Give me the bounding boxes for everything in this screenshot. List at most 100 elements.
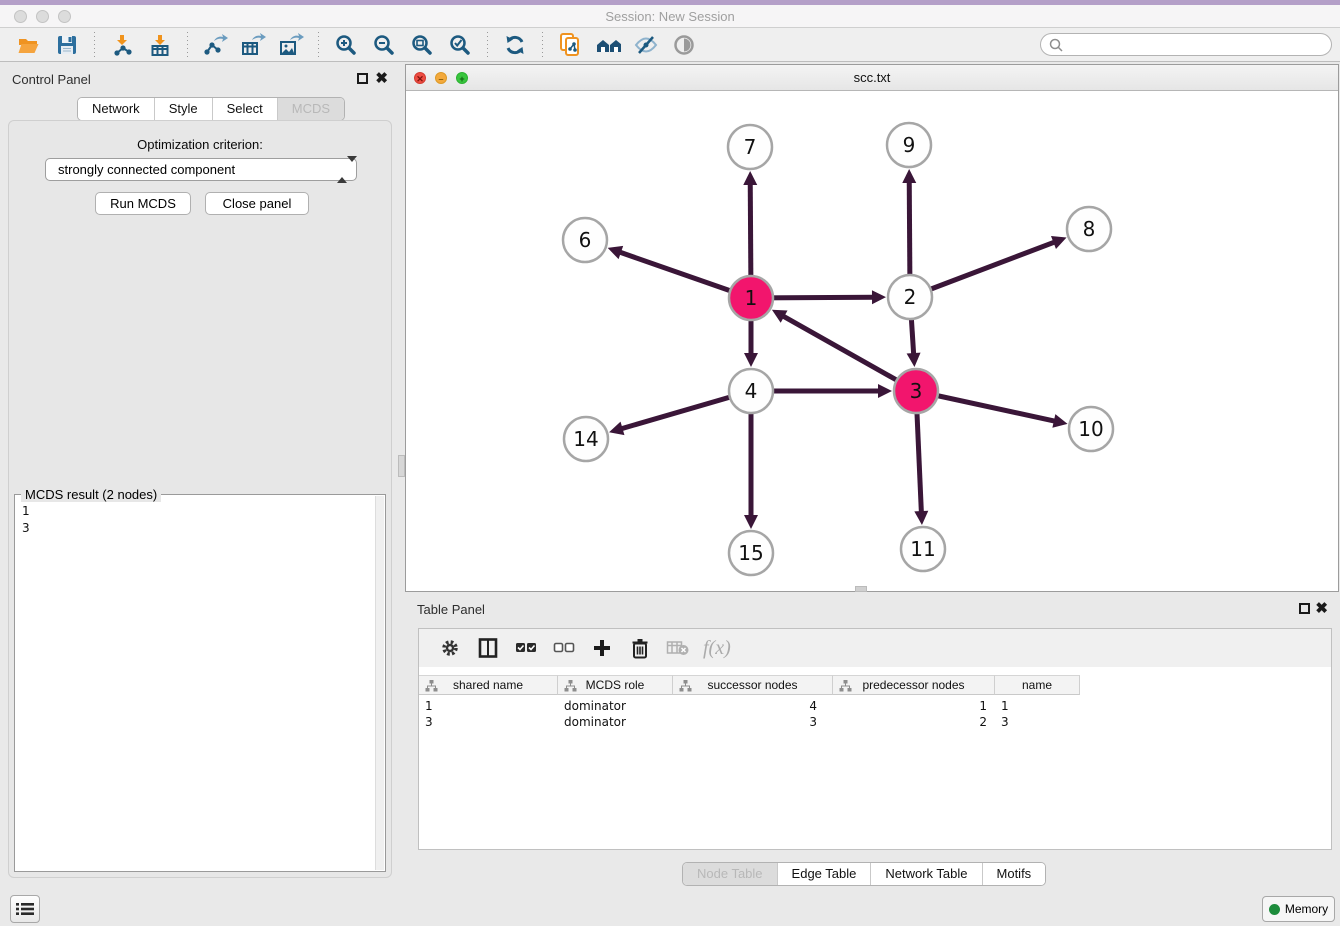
- select-all-button[interactable]: [513, 635, 539, 661]
- delete-row-button[interactable]: [627, 635, 653, 661]
- refresh-button[interactable]: [502, 32, 528, 58]
- export-table-button[interactable]: [240, 32, 266, 58]
- contrast-eye-icon: [672, 33, 696, 57]
- edge-arrowhead: [744, 515, 758, 529]
- edge-arrowhead: [608, 246, 624, 259]
- table-panel-tabs: Node Table Edge Table Network Table Moti…: [682, 862, 1046, 886]
- float-panel-icon[interactable]: [1299, 603, 1310, 614]
- zoom-selected-button[interactable]: [447, 32, 473, 58]
- table-toolbar: f(x): [419, 629, 1331, 667]
- memory-button[interactable]: Memory: [1262, 896, 1335, 922]
- zoom-fit-button[interactable]: [409, 32, 435, 58]
- node-label: 3: [910, 379, 923, 403]
- delete-table-icon: [666, 639, 690, 657]
- import-network-button[interactable]: [109, 32, 135, 58]
- column-header-predecessor-nodes[interactable]: predecessor nodes: [833, 675, 995, 695]
- column-label: shared name: [453, 678, 523, 692]
- cell-mcds-role[interactable]: dominator: [558, 715, 673, 731]
- tab-node-table[interactable]: Node Table: [683, 863, 777, 885]
- column-header-mcds-role[interactable]: MCDS role: [558, 675, 673, 695]
- tab-network-table[interactable]: Network Table: [870, 863, 981, 885]
- network-window-titlebar[interactable]: ✕ – + scc.txt: [406, 65, 1338, 91]
- column-header-shared-name[interactable]: shared name: [419, 675, 558, 695]
- save-session-button[interactable]: [54, 32, 80, 58]
- table-settings-button[interactable]: [437, 635, 463, 661]
- tab-mcds[interactable]: MCDS: [277, 98, 344, 120]
- two-houses-icon: [595, 33, 621, 57]
- zoom-out-button[interactable]: [371, 32, 397, 58]
- export-image-icon: [278, 33, 304, 57]
- hide-details-button[interactable]: [633, 32, 659, 58]
- memory-status-icon: [1269, 904, 1280, 915]
- export-image-button[interactable]: [278, 32, 304, 58]
- search-box[interactable]: [1040, 33, 1332, 56]
- import-table-button[interactable]: [147, 32, 173, 58]
- edge-arrowhead: [878, 384, 892, 398]
- run-mcds-button[interactable]: Run MCDS: [95, 192, 191, 215]
- attribute-tree-icon: [839, 680, 852, 692]
- duplicate-network-button[interactable]: [557, 32, 583, 58]
- tab-style[interactable]: Style: [154, 98, 212, 120]
- node-label: 15: [738, 541, 763, 565]
- deselect-all-button[interactable]: [551, 635, 577, 661]
- toolbar-separator: [318, 32, 319, 58]
- cell-mcds-role[interactable]: dominator: [558, 699, 673, 715]
- close-panel-button[interactable]: Close panel: [205, 192, 309, 215]
- search-input[interactable]: [1067, 37, 1317, 52]
- cell-shared-name[interactable]: 1: [419, 699, 558, 715]
- tab-network[interactable]: Network: [78, 98, 154, 120]
- mcds-result-list: 1 3: [22, 503, 30, 537]
- memory-label: Memory: [1285, 902, 1328, 916]
- vertical-splitter-handle[interactable]: [398, 455, 405, 477]
- export-network-button[interactable]: [202, 32, 228, 58]
- column-header-name[interactable]: name: [995, 675, 1080, 695]
- node-label: 11: [910, 537, 935, 561]
- edge-arrowhead: [743, 171, 757, 185]
- cell-predecessor-nodes[interactable]: 1: [833, 699, 995, 715]
- cell-successor-nodes[interactable]: 4: [673, 699, 833, 715]
- zoom-out-icon: [372, 33, 396, 57]
- zoom-in-button[interactable]: [333, 32, 359, 58]
- horizontal-splitter-handle[interactable]: [855, 586, 867, 592]
- cell-name[interactable]: 1: [995, 699, 1080, 715]
- select-stepper-icon: [337, 162, 348, 178]
- cell-shared-name[interactable]: 3: [419, 715, 558, 731]
- attribute-tree-icon: [679, 680, 692, 692]
- cell-predecessor-nodes[interactable]: 2: [833, 715, 995, 731]
- table-row[interactable]: 1 dominator 4 1 1: [419, 699, 1080, 715]
- result-scrollbar[interactable]: [375, 496, 384, 870]
- network-canvas[interactable]: 7968124314101511: [406, 91, 1338, 591]
- tab-motifs[interactable]: Motifs: [982, 863, 1046, 885]
- cell-successor-nodes[interactable]: 3: [673, 715, 833, 731]
- task-history-button[interactable]: [10, 895, 40, 923]
- mcds-result-box: MCDS result (2 nodes) 1 3: [14, 494, 386, 872]
- column-header-successor-nodes[interactable]: successor nodes: [673, 675, 833, 695]
- edge-2-8[interactable]: [910, 241, 1056, 297]
- table-panel-header: Table Panel ✖: [405, 594, 1340, 624]
- tab-select[interactable]: Select: [212, 98, 277, 120]
- close-panel-icon[interactable]: ✖: [1315, 599, 1328, 617]
- toggle-details-button[interactable]: [671, 32, 697, 58]
- close-panel-icon[interactable]: ✖: [375, 69, 388, 87]
- app-titlebar: Session: New Session: [0, 5, 1340, 28]
- control-panel-header: Control Panel ✖: [0, 64, 400, 94]
- tab-edge-table[interactable]: Edge Table: [777, 863, 871, 885]
- zoom-fit-icon: [410, 33, 434, 57]
- attribute-tree-icon: [564, 680, 577, 692]
- show-columns-button[interactable]: [475, 635, 501, 661]
- toolbar-separator: [487, 32, 488, 58]
- optimization-criterion-label: Optimization criterion:: [9, 137, 391, 152]
- add-row-button[interactable]: [589, 635, 615, 661]
- function-builder-button[interactable]: f(x): [703, 637, 731, 660]
- edge-arrowhead: [609, 422, 624, 435]
- float-panel-icon[interactable]: [357, 73, 368, 84]
- open-file-button[interactable]: [16, 32, 42, 58]
- table-row[interactable]: 3 dominator 3 2 3: [419, 715, 1080, 731]
- optimization-criterion-select[interactable]: strongly connected component: [45, 158, 357, 181]
- first-neighbors-button[interactable]: [595, 32, 621, 58]
- cell-name[interactable]: 3: [995, 715, 1080, 731]
- node-label: 2: [904, 285, 917, 309]
- eye-slash-icon: [633, 33, 659, 57]
- attribute-tree-icon: [425, 680, 438, 692]
- delete-table-button[interactable]: [665, 635, 691, 661]
